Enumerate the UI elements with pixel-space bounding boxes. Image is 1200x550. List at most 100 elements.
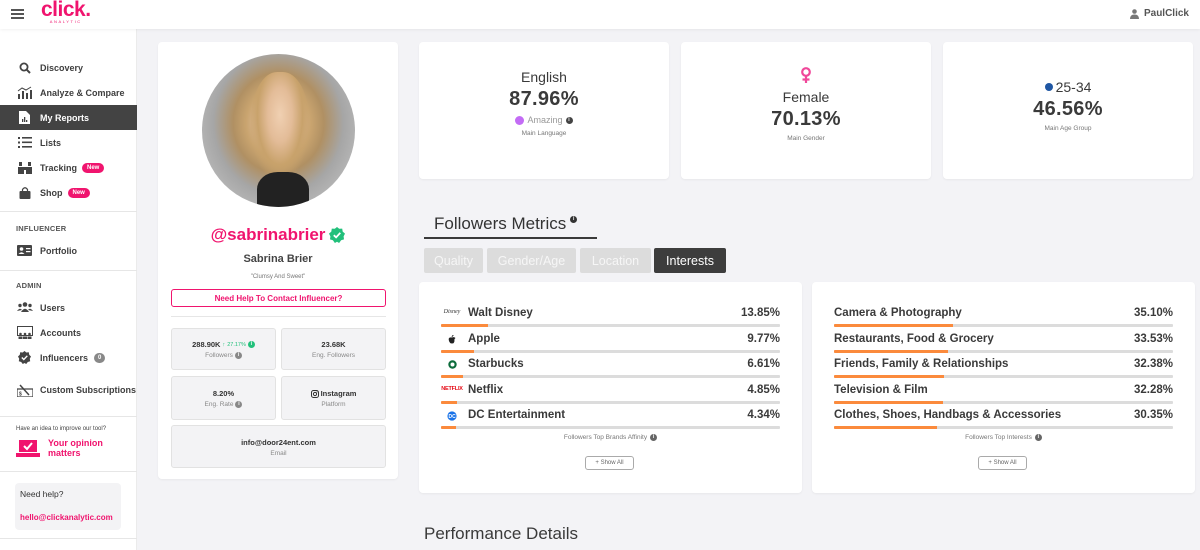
info-icon[interactable]: i (1034, 434, 1042, 441)
user-name: PaulClick (1143, 8, 1189, 19)
profile-avatar (202, 54, 355, 207)
platform-value: Instagram (320, 389, 357, 398)
hamburger-menu-icon[interactable] (11, 9, 24, 19)
sidebar-item-shop[interactable]: Shop New (0, 180, 137, 205)
row-name: Walt Disney (468, 307, 533, 319)
email-stat: info@door24ent.com Email (171, 425, 386, 468)
language-quality: Amazing i (419, 115, 669, 125)
progress-bar-fill (441, 400, 458, 404)
influencers-count-badge: 0 (94, 352, 106, 363)
sidebar-item-accounts[interactable]: Accounts (0, 320, 137, 345)
accounts-icon (16, 326, 33, 340)
subscription-icon: $ (16, 383, 33, 397)
sidebar-item-my-reports[interactable]: My Reports (0, 105, 137, 130)
performance-details-title: Performance Details (424, 524, 579, 543)
profile-bio: "Clumsy And Sweet" (250, 274, 306, 280)
search-icon (16, 61, 33, 75)
divider (171, 316, 386, 317)
verified-badge-icon (16, 351, 33, 365)
contact-influencer-button[interactable]: Need Help To Contact Influencer? (171, 289, 386, 307)
progress-bar-fill (834, 400, 944, 404)
tab-gender-age[interactable]: Gender/Age (487, 248, 576, 273)
sidebar-item-influencers[interactable]: Influencers 0 (0, 345, 137, 370)
row-percent: 13.85% (740, 307, 780, 319)
progress-bar-track (834, 349, 1173, 353)
progress-bar-track (834, 375, 1173, 378)
sidebar-item-custom-subscriptions[interactable]: $ Custom Subscriptions (0, 375, 137, 405)
main-age-card: 25-34 46.56% Main Age Group (943, 42, 1193, 179)
main-language-card: English 87.96% Amazing i Main Language (419, 42, 669, 179)
main-gender-card: Female 70.13% Main Gender (681, 42, 931, 179)
progress-bar-fill (441, 426, 456, 429)
user-menu[interactable]: PaulClick (1129, 8, 1189, 19)
divider (0, 538, 137, 539)
interest-row: Restaurants, Food & Grocery 33.53% (834, 333, 1173, 358)
interests-caption: Followers Top Interests i (812, 434, 1195, 441)
row-name: Apple (468, 332, 500, 345)
sidebar-item-label: Shop (40, 187, 63, 198)
sidebar-item-label: Lists (40, 137, 62, 148)
feedback-button[interactable]: Your opinion matters (16, 438, 108, 458)
feedback-check-icon (16, 439, 40, 457)
apple-logo-icon (441, 334, 463, 344)
row-name: DC Entertainment (468, 409, 566, 421)
sidebar-item-lists[interactable]: Lists (0, 130, 137, 155)
info-icon[interactable]: i (565, 116, 573, 124)
brands-show-all-button[interactable]: + Show All (585, 456, 634, 470)
followers-label: Followers (205, 352, 233, 359)
feedback-prompt: Have an idea to improve our tool? (16, 426, 107, 432)
info-icon[interactable]: i (650, 434, 658, 441)
interest-row: Camera & Photography 35.10% (834, 307, 1173, 332)
quality-label: Amazing (527, 115, 563, 125)
interests-show-all-button[interactable]: + Show All (978, 456, 1027, 470)
top-bar: click. ANALYTIC PaulClick (0, 0, 1200, 29)
info-icon[interactable]: i (247, 341, 255, 348)
row-percent: 33.53% (1133, 332, 1173, 345)
brands-affinity-card: Disney Walt Disney 13.85% Apple 9.77% Starbuc… (419, 282, 802, 493)
tab-location[interactable]: Location (580, 248, 651, 273)
tab-quality[interactable]: Quality (424, 248, 483, 273)
sidebar-item-discovery[interactable]: Discovery (0, 55, 137, 80)
list-icon (16, 136, 33, 150)
sidebar-item-label: Discovery (40, 62, 84, 73)
sidebar-item-label: Portfolio (40, 245, 77, 256)
sidebar-item-label: Analyze & Compare (40, 87, 125, 98)
new-badge: New (82, 162, 105, 173)
divider (0, 270, 137, 271)
eng-rate-stat: 8.20% Eng. Rate i (171, 376, 276, 420)
row-name: Starbucks (468, 358, 524, 370)
gender-value: 70.13% (771, 108, 841, 130)
sidebar-item-portfolio[interactable]: Portfolio (0, 238, 137, 263)
netflix-logo-icon: NETFLIX (441, 385, 463, 392)
sidebar-item-tracking[interactable]: Tracking New (0, 155, 137, 180)
sidebar-item-users[interactable]: Users (0, 295, 137, 320)
email-value[interactable]: info@door24ent.com (172, 438, 385, 447)
section-label-admin: ADMIN (16, 281, 42, 290)
platform-stat: Instagram Platform (281, 376, 386, 420)
language-title: English (521, 69, 567, 85)
interest-row: Clothes, Shoes, Handbags & Accessories 30… (834, 409, 1173, 434)
row-percent: 4.34% (747, 409, 780, 421)
info-icon[interactable]: i (234, 352, 242, 359)
tab-interests[interactable]: Interests (654, 248, 726, 273)
sidebar-item-label: Accounts (40, 327, 82, 338)
row-name: Television & Film (834, 383, 928, 396)
progress-bar-fill (441, 375, 464, 378)
logo[interactable]: click. ANALYTIC (41, 0, 91, 24)
info-icon[interactable]: i (570, 216, 578, 223)
progress-bar-fill (834, 375, 944, 378)
help-email-link[interactable]: hello@clickanalytic.com (20, 513, 113, 522)
progress-bar-track (834, 400, 1173, 404)
svg-text:DC: DC (449, 414, 457, 420)
brand-row: NETFLIX Netflix 4.85% (441, 384, 780, 409)
row-percent: 6.61% (747, 358, 780, 370)
info-icon[interactable]: i (235, 401, 243, 408)
progress-bar-fill (834, 324, 953, 327)
brand-row: Apple 9.77% (441, 333, 780, 358)
sidebar-item-label: Influencers (40, 352, 89, 363)
progress-bar-track (441, 375, 780, 378)
progress-bar-track (441, 426, 780, 429)
help-box: Need help? hello@clickanalytic.com (15, 483, 121, 530)
sidebar-item-analyze-compare[interactable]: Analyze & Compare (0, 80, 137, 105)
divider (0, 471, 137, 472)
